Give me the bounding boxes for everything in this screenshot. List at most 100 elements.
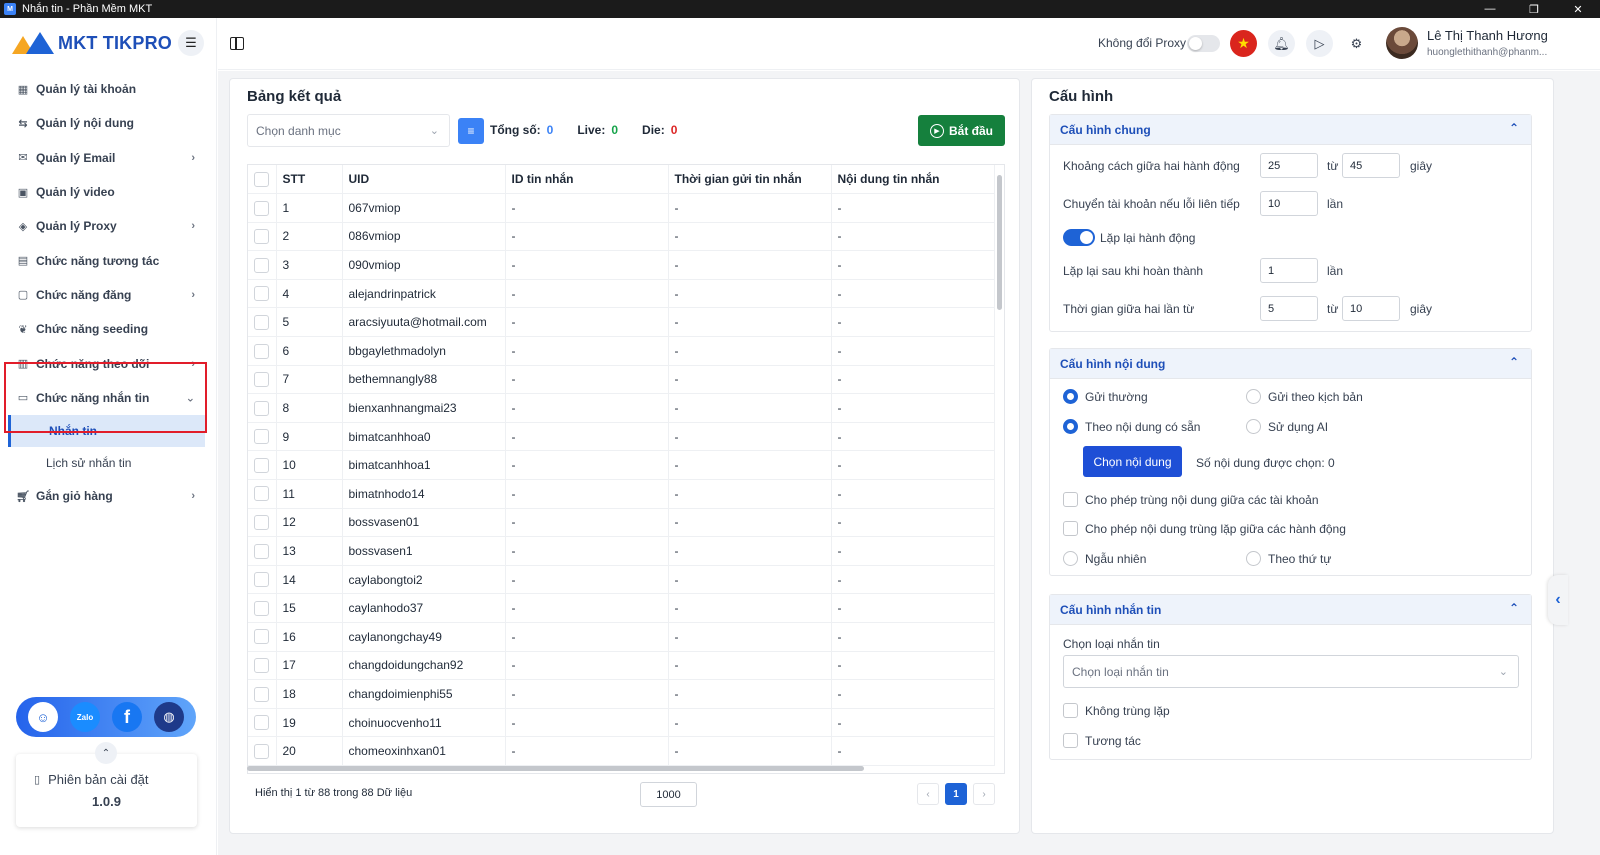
close-button[interactable]: ✕	[1556, 0, 1600, 18]
page-button-current[interactable]: 1	[945, 783, 967, 805]
row-checkbox[interactable]	[254, 286, 269, 302]
row-checkbox[interactable]	[254, 658, 269, 674]
row-checkbox[interactable]	[254, 429, 269, 445]
table-row[interactable]: 20 chomeoxinhxan01- - -	[248, 736, 995, 766]
radio-send-normal[interactable]	[1063, 389, 1078, 404]
support-icon[interactable]: ☺	[28, 702, 58, 732]
table-row[interactable]: 4 alejandrinpatrick - - -	[248, 279, 995, 309]
delay-to-input[interactable]: 45	[1342, 153, 1400, 178]
vietnam-flag-icon[interactable]: ★	[1230, 30, 1257, 57]
column-header[interactable]: Nội dung tin nhắn	[831, 165, 995, 195]
proxy-toggle[interactable]	[1187, 35, 1220, 52]
choose-content-button[interactable]: Chọn nội dung	[1083, 446, 1182, 477]
row-checkbox[interactable]	[254, 543, 269, 559]
sidebar-item-email[interactable]: ✉ Quản lý Email ›	[0, 141, 217, 175]
row-checkbox[interactable]	[254, 686, 269, 702]
row-checkbox[interactable]	[254, 715, 269, 731]
row-checkbox[interactable]	[254, 572, 269, 588]
table-row[interactable]: 11 bimatnhodo14- - -	[248, 479, 995, 509]
table-row[interactable]: 17 changdoidungchan92- - -	[248, 651, 995, 681]
horizontal-scrollbar[interactable]	[247, 766, 864, 771]
sidebar-subitem-message[interactable]: Nhắn tin	[8, 414, 205, 447]
table-row[interactable]: 1 067vmiop - - -	[248, 193, 995, 223]
maximize-button[interactable]: ❐	[1512, 0, 1556, 18]
sidebar-item-post[interactable]: ▢ Chức năng đăng ›	[0, 278, 217, 312]
prev-page-button[interactable]: ‹	[917, 783, 939, 805]
table-row[interactable]: 18 changdoimienphi55- - -	[248, 679, 995, 709]
delay-from-input[interactable]: 25	[1260, 153, 1318, 178]
table-row[interactable]: 13 bossvasen1- - -	[248, 536, 995, 566]
radio-in-order[interactable]	[1246, 551, 1261, 566]
sidebar-item-account[interactable]: ▦ Quản lý tài khoản	[0, 72, 217, 106]
next-page-button[interactable]: ›	[973, 783, 995, 805]
interact-checkbox[interactable]	[1063, 733, 1078, 748]
table-row[interactable]: 8 bienxanhnangmai23- - -	[248, 393, 995, 423]
sidebar-item-messaging[interactable]: ▭ Chức năng nhắn tin ⌄	[0, 381, 217, 415]
select-all-checkbox[interactable]	[254, 171, 269, 187]
row-checkbox[interactable]	[254, 629, 269, 645]
row-checkbox[interactable]	[254, 200, 269, 216]
column-header[interactable]: UID	[342, 165, 506, 195]
content-config-header[interactable]: Cấu hình nội dung ⌃	[1050, 349, 1531, 379]
table-row[interactable]: 14 caylabongtoi2- - -	[248, 565, 995, 595]
switch-account-input[interactable]: 10	[1260, 191, 1318, 216]
facebook-icon[interactable]: f	[112, 702, 142, 732]
sidebar-item-interaction[interactable]: ▤ Chức năng tương tác	[0, 243, 217, 277]
radio-preset-content[interactable]	[1063, 419, 1078, 434]
repeat-after-input[interactable]: 1	[1260, 258, 1318, 283]
repeat-switch[interactable]	[1063, 229, 1095, 246]
menu-toggle-button[interactable]: ☰	[178, 30, 204, 56]
row-checkbox[interactable]	[254, 257, 269, 273]
zalo-icon[interactable]: Zalo	[70, 702, 100, 732]
table-row[interactable]: 3 090vmiop - - -	[248, 250, 995, 280]
allow-dup-actions-checkbox[interactable]	[1063, 521, 1078, 536]
sidebar-subitem-message-history[interactable]: Lịch sử nhắn tin	[8, 447, 205, 479]
sidebar-item-follow[interactable]: ▥ Chức năng theo dõi ›	[0, 346, 217, 380]
collapse-panel-button[interactable]: ‹	[1548, 575, 1568, 625]
table-row[interactable]: 2 086vmiop - - -	[248, 222, 995, 252]
vertical-scrollbar[interactable]	[997, 175, 1002, 310]
play-icon[interactable]: ▷	[1306, 30, 1333, 57]
sidebar-item-cart[interactable]: 🛒︎ Gắn giỏ hàng ›	[0, 479, 217, 513]
row-checkbox[interactable]	[254, 372, 269, 388]
start-button[interactable]: ▶ Bắt đầu	[918, 115, 1005, 146]
table-row[interactable]: 5 aracsiyuuta@hotmail.com - - -	[248, 307, 995, 338]
row-checkbox[interactable]	[254, 343, 269, 359]
category-select[interactable]: Chọn danh mục ⌄	[247, 114, 450, 147]
table-row[interactable]: 10 bimatcanhhoa1- - -	[248, 450, 995, 481]
between-to-input[interactable]: 10	[1342, 296, 1400, 321]
sidebar-item-content[interactable]: ⇆ Quản lý nội dung	[0, 106, 217, 140]
table-row[interactable]: 7 bethemnangly88- - -	[248, 365, 995, 395]
column-header[interactable]: STT	[276, 165, 343, 195]
row-checkbox[interactable]	[254, 229, 269, 245]
table-row[interactable]: 16 caylanongchay49- - -	[248, 622, 995, 652]
message-type-select[interactable]: Chọn loại nhắn tin ⌄	[1063, 655, 1519, 688]
messaging-config-header[interactable]: Cấu hình nhắn tin ⌃	[1050, 595, 1531, 625]
row-checkbox[interactable]	[254, 486, 269, 502]
allow-dup-accounts-checkbox[interactable]	[1063, 492, 1078, 507]
collapse-up-button[interactable]: ⌃	[95, 742, 117, 764]
row-checkbox[interactable]	[254, 400, 269, 416]
general-config-header[interactable]: Cấu hình chung ⌃	[1050, 115, 1531, 145]
table-row[interactable]: 9 bimatcanhhoa0- - -	[248, 422, 995, 452]
minimize-button[interactable]: —	[1468, 0, 1512, 18]
radio-send-script[interactable]	[1246, 389, 1261, 404]
table-row[interactable]: 12 bossvasen01- - -	[248, 508, 995, 538]
brand-logo[interactable]: MKT TIKPRO	[12, 32, 172, 54]
column-header[interactable]: Thời gian gửi tin nhắn	[668, 165, 832, 195]
table-row[interactable]: 15 caylanhodo37- - -	[248, 593, 995, 623]
globe-icon[interactable]: ◍	[154, 702, 184, 732]
column-header[interactable]: ID tin nhắn	[505, 165, 669, 195]
sidebar-item-proxy[interactable]: ◈ Quản lý Proxy ›	[0, 209, 217, 243]
row-checkbox[interactable]	[254, 743, 269, 759]
filter-button[interactable]: ≡	[458, 118, 484, 144]
row-checkbox[interactable]	[254, 600, 269, 616]
layout-toggle-icon[interactable]	[230, 37, 244, 50]
gear-icon[interactable]: ⚙	[1343, 30, 1370, 57]
table-row[interactable]: 6 bbgaylethmadolyn - - -	[248, 336, 995, 366]
radio-random[interactable]	[1063, 551, 1078, 566]
row-checkbox[interactable]	[254, 314, 269, 330]
page-size-select[interactable]: 1000	[640, 782, 697, 807]
no-duplicate-checkbox[interactable]	[1063, 703, 1078, 718]
row-checkbox[interactable]	[254, 457, 269, 473]
